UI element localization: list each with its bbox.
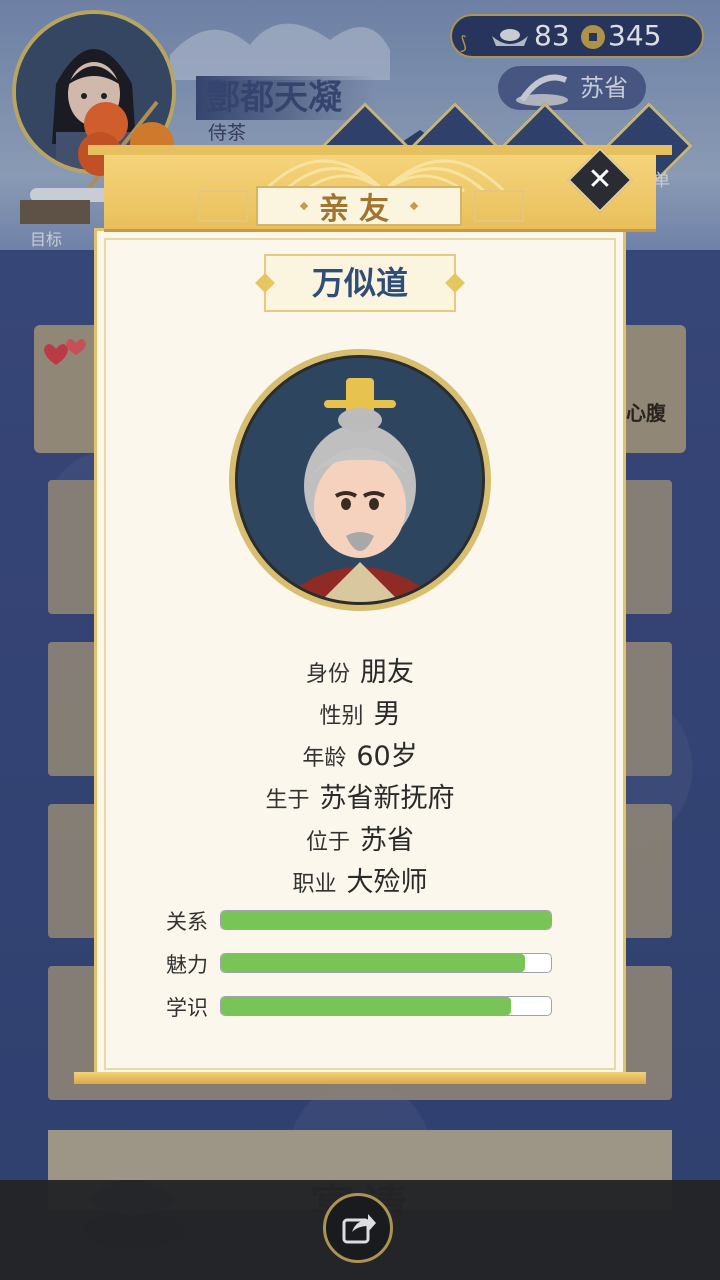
header-ornament-left (198, 190, 248, 222)
info-occupation: 职业 大殓师 (104, 860, 616, 899)
identity-label: 身份 (305, 662, 350, 687)
relationship-label: 关系 (166, 910, 208, 934)
occupation-label: 职业 (292, 872, 337, 897)
info-location: 位于 苏省 (104, 818, 616, 857)
tab-title: 亲友 (319, 192, 399, 227)
charm-bar (220, 953, 552, 973)
age-value: 60岁 (356, 741, 418, 772)
location-info-label: 位于 (305, 830, 350, 855)
relationship-bar (220, 910, 552, 930)
birthplace-label: 生于 (265, 788, 310, 813)
stat-knowledge: 学识 (166, 996, 556, 1020)
charm-label: 魅力 (166, 953, 208, 977)
knowledge-bar-fill (221, 997, 512, 1015)
info-gender: 性别男 (104, 692, 616, 731)
info-age: 年龄 60岁 (104, 734, 616, 773)
gender-value: 男 (373, 699, 401, 730)
identity-value: 朋友 (360, 657, 414, 688)
stat-relationship: 关系 (166, 910, 556, 934)
ornament-dot-left (299, 201, 309, 211)
character-name: 万似道 (311, 264, 408, 302)
occupation-value: 大殓师 (346, 867, 428, 898)
scroll-bottom-rod (74, 1072, 646, 1084)
knowledge-label: 学识 (166, 996, 208, 1020)
birthplace-value: 苏省新抚府 (319, 783, 455, 814)
gender-label: 性别 (319, 704, 364, 729)
stat-charm: 魅力 (166, 953, 556, 977)
info-identity: 身份 朋友 (104, 650, 616, 689)
ornament-dot-right (409, 201, 419, 211)
close-icon[interactable]: ✕ (577, 157, 623, 203)
character-portrait (229, 349, 491, 611)
header-ornament-right (474, 190, 524, 222)
info-birthplace: 生于 苏省新抚府 (104, 776, 616, 815)
knowledge-bar (220, 996, 552, 1016)
age-label: 年龄 (302, 746, 347, 771)
old-man-portrait-icon (238, 358, 482, 602)
relationship-bar-fill (221, 911, 551, 929)
tab-friends[interactable]: 亲友 (256, 186, 462, 227)
location-info-value: 苏省 (360, 825, 414, 856)
charm-bar-fill (221, 954, 525, 972)
